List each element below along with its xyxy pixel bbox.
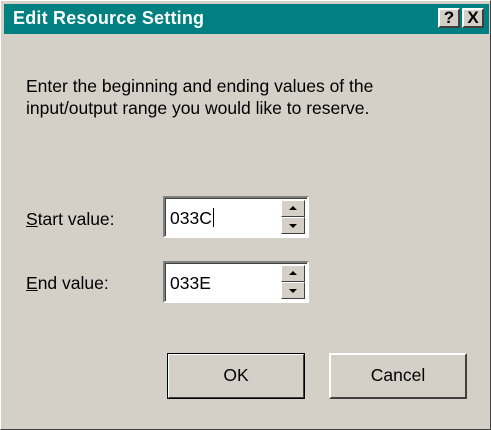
start-value-accelerator: S	[26, 209, 38, 229]
help-icon[interactable]: ?	[438, 8, 460, 28]
end-spin-up-button[interactable]	[281, 265, 305, 282]
end-value-input[interactable]: 033E	[170, 273, 211, 294]
end-value-field[interactable]: 033E	[163, 261, 309, 303]
dialog-title: Edit Resource Setting	[13, 8, 205, 28]
start-value-label-text: tart value:	[37, 209, 115, 229]
end-spin-down-button[interactable]	[281, 282, 305, 299]
down-arrow-icon	[289, 224, 297, 228]
end-value-accelerator: E	[26, 273, 38, 293]
up-arrow-icon	[289, 206, 297, 210]
start-value-field[interactable]: 033C	[163, 196, 309, 238]
start-spin-up-button[interactable]	[281, 200, 305, 217]
cancel-button[interactable]: Cancel	[329, 353, 467, 399]
end-value-spinner	[281, 265, 305, 299]
down-arrow-icon	[289, 289, 297, 293]
up-arrow-icon	[289, 271, 297, 275]
text-caret	[212, 208, 214, 227]
start-value-spinner	[281, 200, 305, 234]
start-value-text: 033C	[170, 208, 212, 228]
title-bar[interactable]: Edit Resource Setting ? X	[4, 4, 489, 34]
end-value-label: End value:	[26, 273, 109, 294]
end-value-label-text: nd value:	[37, 273, 109, 293]
instructions-text: Enter the beginning and ending values of…	[26, 76, 374, 118]
start-value-label: Start value:	[26, 209, 115, 230]
ok-button[interactable]: OK	[167, 353, 305, 399]
start-spin-down-button[interactable]	[281, 217, 305, 234]
edit-resource-setting-dialog: Edit Resource Setting ? X Enter the begi…	[0, 0, 491, 430]
close-icon[interactable]: X	[462, 8, 484, 28]
start-value-input[interactable]: 033C	[170, 208, 214, 229]
